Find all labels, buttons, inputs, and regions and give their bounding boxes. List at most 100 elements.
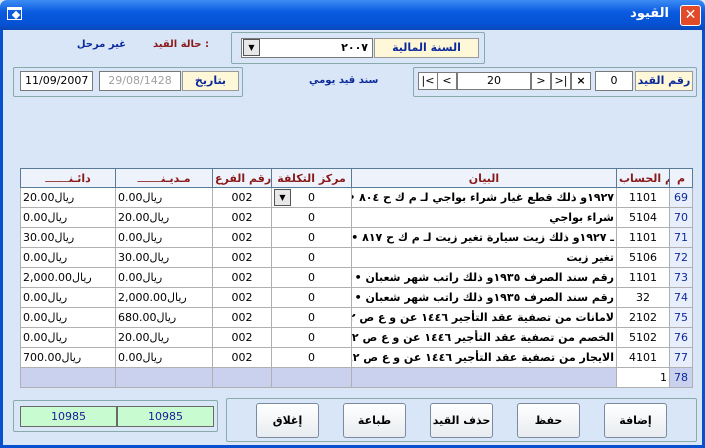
record-number-input[interactable]: 20 bbox=[457, 72, 531, 90]
cell-branch[interactable] bbox=[212, 367, 272, 388]
cell-statement[interactable]: لامانات من تصفية عقد التأجير ١٤٤٦ عن و ع… bbox=[351, 307, 617, 328]
table-row[interactable]: 2,000.00ريال 0.00ريال 002 0 رقم سند الصرف ١٩… bbox=[20, 267, 693, 288]
cell-debit[interactable] bbox=[115, 367, 213, 388]
cell-statement[interactable]: تغير زيت bbox=[351, 247, 617, 268]
cell-credit[interactable]: 0.00ريال bbox=[20, 327, 116, 348]
cell-statement[interactable]: رقم سند الصرف ١٩٣٥و ذلك راتب شهر شعبان • bbox=[351, 287, 617, 308]
cell-cost-center[interactable]: 0 bbox=[271, 287, 352, 308]
cell-cost-center[interactable]: 0 bbox=[271, 267, 352, 288]
last-record-button[interactable]: >| bbox=[551, 72, 571, 90]
print-button[interactable]: طباعة bbox=[343, 403, 406, 438]
table-row[interactable]: 0.00ريال 680.00ريال 002 0 لامانات من تصفية ع… bbox=[20, 307, 693, 328]
cell-credit[interactable]: 0.00ريال bbox=[20, 247, 116, 268]
hijri-date-input[interactable]: 29/08/1428 bbox=[99, 71, 181, 91]
cell-credit[interactable]: 30.00ريال bbox=[20, 227, 116, 248]
delete-entry-button[interactable]: حذف القيد bbox=[430, 403, 493, 438]
table-row-new[interactable]: 1 78 bbox=[20, 367, 693, 388]
cell-statement[interactable]: رقم سند الصرف ١٩٣٥و ذلك راتب شهر شعبان • bbox=[351, 267, 617, 288]
cell-branch[interactable]: 002 bbox=[212, 347, 272, 368]
cell-num: 69 bbox=[669, 187, 693, 208]
cell-debit[interactable]: 20.00ريال bbox=[115, 327, 213, 348]
cell-branch[interactable]: 002 bbox=[212, 287, 272, 308]
table-row[interactable]: 0.00ريال 30.00ريال 002 0 تغير زيت 5106 72 bbox=[20, 247, 693, 268]
cell-debit[interactable]: 0.00ريال bbox=[115, 227, 213, 248]
cell-debit[interactable]: 30.00ريال bbox=[115, 247, 213, 268]
save-button[interactable]: حفظ bbox=[517, 403, 580, 438]
fiscal-year-select[interactable]: ٢٠٠٧ bbox=[241, 38, 373, 58]
cell-num: 71 bbox=[669, 227, 693, 248]
next-record-button[interactable]: > bbox=[531, 72, 551, 90]
col-statement: البيان bbox=[351, 168, 617, 188]
cell-account[interactable]: 32 bbox=[616, 287, 670, 308]
chevron-down-icon[interactable]: ▼ bbox=[274, 189, 291, 206]
cell-credit[interactable]: 20.00ريال bbox=[20, 187, 116, 208]
cell-branch[interactable]: 002 bbox=[212, 227, 272, 248]
cell-cost-center[interactable]: 0 bbox=[271, 247, 352, 268]
cell-branch[interactable]: 002 bbox=[212, 307, 272, 328]
prev-record-button[interactable]: < bbox=[437, 72, 457, 90]
cell-account[interactable]: 1101 bbox=[616, 227, 670, 248]
col-cost-center: مركز التكلفة bbox=[271, 168, 352, 188]
cell-statement[interactable]: ـ ١٩٢٧و ذلك زيت سيارة تغير زيت لـ م ك ح … bbox=[351, 227, 617, 248]
close-window-button[interactable]: ✕ bbox=[680, 5, 701, 26]
table-row[interactable]: 0.00ريال 2,000.00ريال 002 0 رقم سند الصرف ١٩… bbox=[20, 287, 693, 308]
cell-account[interactable]: 1101 bbox=[616, 267, 670, 288]
add-button[interactable]: إضافة bbox=[604, 403, 667, 438]
cell-debit[interactable]: 0.00ريال bbox=[115, 267, 213, 288]
cell-num: 70 bbox=[669, 207, 693, 228]
total-debit: 10985 bbox=[117, 406, 214, 427]
cell-credit[interactable]: 700.00ريال bbox=[20, 347, 116, 368]
cell-statement[interactable]: ١٩٢٧و ذلك قطع غيار شراء بواجي لـ م ك ح ٨… bbox=[351, 187, 617, 208]
fiscal-year-label: السنة المالية bbox=[374, 38, 479, 58]
cell-debit[interactable]: 0.00ريال bbox=[115, 347, 213, 368]
cell-debit[interactable]: 2,000.00ريال bbox=[115, 287, 213, 308]
cell-statement[interactable] bbox=[351, 367, 617, 388]
cell-credit[interactable] bbox=[20, 367, 116, 388]
close-button[interactable]: إغلاق bbox=[256, 403, 319, 438]
first-record-button[interactable]: |< bbox=[418, 72, 438, 90]
table-row[interactable]: 0.00ريال 20.00ريال 002 0 شراء بواجي 5104 70 bbox=[20, 207, 693, 228]
cell-debit[interactable]: 0.00ريال bbox=[115, 187, 213, 208]
cell-account[interactable]: 2102 bbox=[616, 307, 670, 328]
table-row[interactable]: 700.00ريال 0.00ريال 002 0 الايجار من تصفية ع… bbox=[20, 347, 693, 368]
cell-branch[interactable]: 002 bbox=[212, 267, 272, 288]
cell-branch[interactable]: 002 bbox=[212, 327, 272, 348]
chevron-down-icon[interactable]: ▼ bbox=[243, 39, 260, 56]
cell-account[interactable]: 5106 bbox=[616, 247, 670, 268]
cell-account[interactable]: 5104 bbox=[616, 207, 670, 228]
clear-button[interactable]: × bbox=[571, 72, 591, 90]
cell-debit[interactable]: 680.00ريال bbox=[115, 307, 213, 328]
entry-number-input[interactable]: 0 bbox=[595, 71, 633, 91]
cell-credit[interactable]: 0.00ريال bbox=[20, 207, 116, 228]
cell-branch[interactable]: 002 bbox=[212, 207, 272, 228]
cell-statement[interactable]: الخصم من تصفية عقد التأجير ١٤٤٦ عن و ع ص… bbox=[351, 327, 617, 348]
cell-account[interactable]: 1 bbox=[616, 367, 670, 388]
col-num: م bbox=[669, 168, 693, 188]
gregorian-date-input[interactable]: 11/09/2007 bbox=[20, 71, 93, 91]
entry-number-label: رقم القيد bbox=[635, 71, 693, 91]
cell-credit[interactable]: 0.00ريال bbox=[20, 287, 116, 308]
cell-cost-center[interactable]: 0 ▼ bbox=[271, 187, 352, 208]
cell-credit[interactable]: 0.00ريال bbox=[20, 307, 116, 328]
cell-cost-center[interactable]: 0 bbox=[271, 207, 352, 228]
date-label: بتاريخ bbox=[182, 71, 239, 91]
cell-statement[interactable]: الايجار من تصفية عقد التأجير ١٤٤٦ عن و ع… bbox=[351, 347, 617, 368]
cell-cost-center[interactable]: 0 bbox=[271, 347, 352, 368]
table-row[interactable]: 20.00ريال 0.00ريال 002 0 ▼ ١٩٢٧و ذلك قطع غيار… bbox=[20, 187, 693, 208]
cell-account[interactable]: 5102 bbox=[616, 327, 670, 348]
cell-debit[interactable]: 20.00ريال bbox=[115, 207, 213, 228]
table-row[interactable]: 0.00ريال 20.00ريال 002 0 الخصم من تصفية عقد … bbox=[20, 327, 693, 348]
cell-num: 73 bbox=[669, 267, 693, 288]
cell-cost-center[interactable]: 0 bbox=[271, 327, 352, 348]
cell-cost-center[interactable]: 0 bbox=[271, 227, 352, 248]
table-row[interactable]: 30.00ريال 0.00ريال 002 0 ـ ١٩٢٧و ذلك زيت سيا… bbox=[20, 227, 693, 248]
window-title: القيود bbox=[630, 6, 669, 21]
cell-cost-center[interactable]: 0 bbox=[271, 307, 352, 328]
cell-credit[interactable]: 2,000.00ريال bbox=[20, 267, 116, 288]
cell-statement[interactable]: شراء بواجي bbox=[351, 207, 617, 228]
cell-branch[interactable]: 002 bbox=[212, 187, 272, 208]
cell-branch[interactable]: 002 bbox=[212, 247, 272, 268]
cell-account[interactable]: 4101 bbox=[616, 347, 670, 368]
cell-account[interactable]: 1101 bbox=[616, 187, 670, 208]
cell-cost-center[interactable] bbox=[271, 367, 352, 388]
